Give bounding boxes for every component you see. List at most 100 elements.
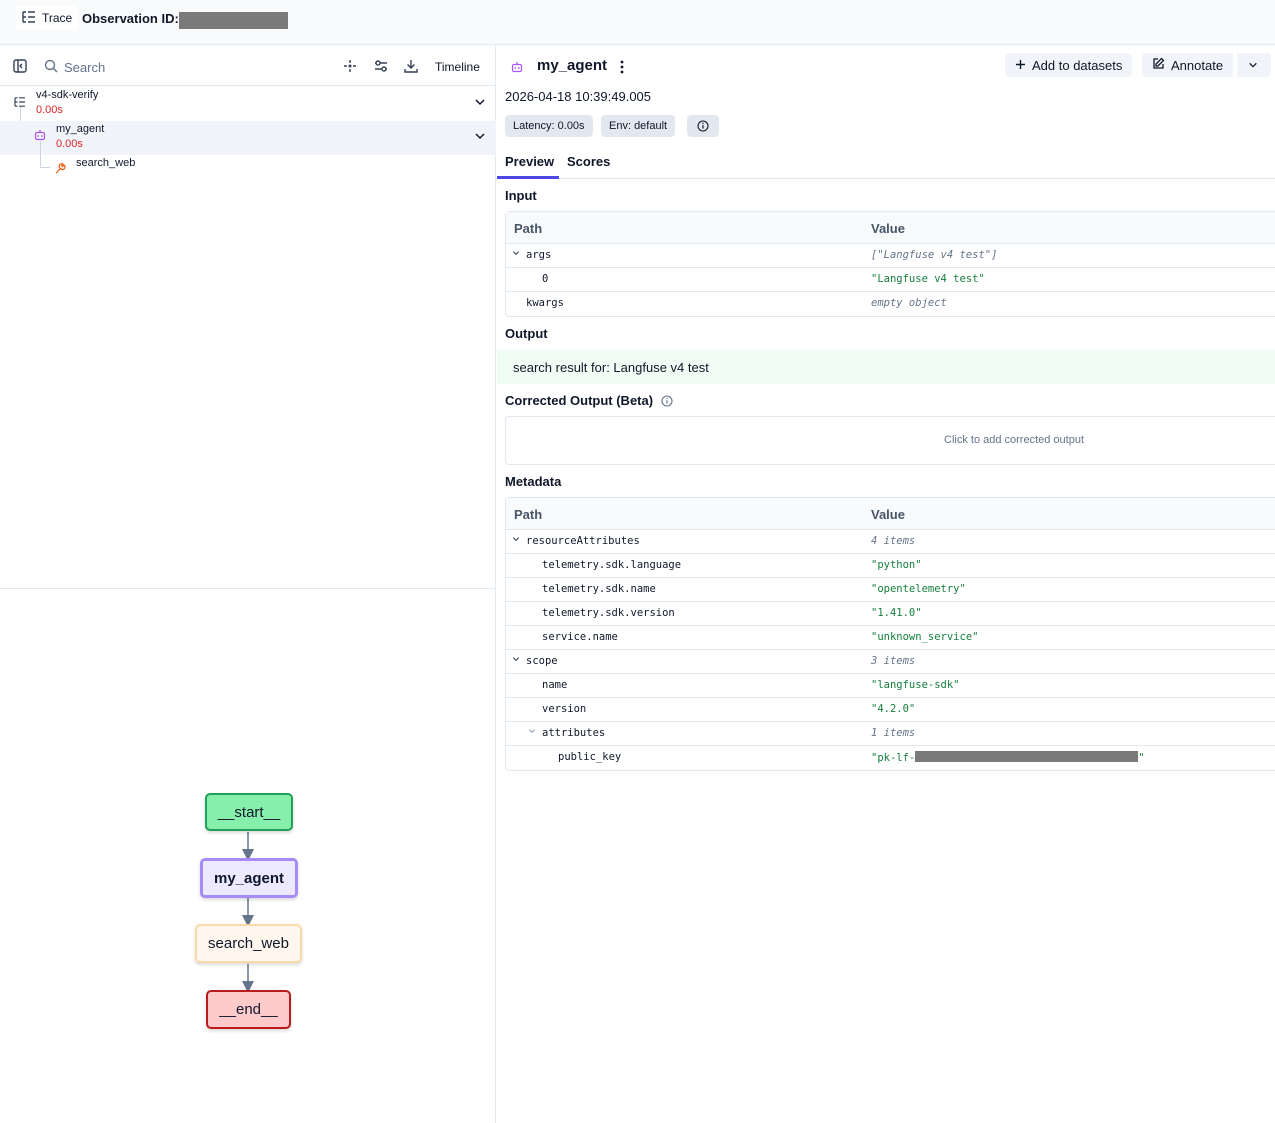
search-icon — [43, 58, 59, 74]
path-cell: telemetry.sdk.language — [542, 559, 682, 571]
tree-item-name: search_web — [76, 157, 136, 169]
table-header: Path Value — [506, 212, 1275, 244]
output-box: search result for: Langfuse v4 test — [497, 349, 1275, 384]
value-cell: "pk-lf- " — [871, 751, 1145, 764]
value-cell: empty object — [871, 297, 947, 309]
info-icon[interactable] — [661, 395, 673, 410]
path-cell: telemetry.sdk.name — [542, 583, 656, 595]
table-row[interactable]: args ["Langfuse v4 test"] — [506, 244, 1275, 268]
tree-item-v4-sdk-verify[interactable]: v4-sdk-verify 0.00s — [0, 87, 496, 121]
corrected-output-placeholder: Click to add corrected output — [944, 434, 1085, 446]
path-cell: kwargs — [526, 297, 564, 309]
value-cell: ["Langfuse v4 test"] — [871, 249, 998, 261]
observation-detail-panel: my_agent Add to datasets Annotate 2026-0… — [497, 45, 1275, 1123]
panel-toggle-icon[interactable] — [12, 58, 28, 74]
latency-badge: Latency: 0.00s — [505, 115, 593, 137]
table-row[interactable]: 0 "Langfuse v4 test" — [506, 268, 1275, 292]
tree-item-my-agent[interactable]: my_agent 0.00s — [0, 121, 496, 155]
chevron-down-icon[interactable] — [512, 655, 520, 666]
edit-pencil-icon — [1152, 57, 1165, 73]
focus-crosshair-icon[interactable] — [342, 58, 358, 74]
value-cell: 1 items — [871, 727, 916, 739]
table-header: Path Value — [506, 498, 1275, 530]
table-row[interactable]: kwargs empty object — [506, 292, 1275, 316]
search-input[interactable]: Search — [64, 60, 105, 75]
value-cell: "1.41.0" — [871, 607, 922, 619]
table-row[interactable]: service.name "unknown_service" — [506, 626, 1275, 650]
table-row[interactable]: telemetry.sdk.language "python" — [506, 554, 1275, 578]
path-cell: scope — [526, 655, 558, 667]
graph-edges — [242, 832, 254, 993]
chevron-down-icon — [1248, 58, 1258, 73]
value-cell: "4.2.0" — [871, 703, 916, 715]
table-row[interactable]: public_key "pk-lf- " — [506, 746, 1275, 770]
corrected-output-input[interactable]: Click to add corrected output — [505, 416, 1275, 465]
add-to-datasets-label: Add to datasets — [1032, 57, 1123, 73]
chevron-down-icon[interactable] — [474, 96, 486, 111]
corrected-output-title: Corrected Output (Beta) — [505, 393, 673, 410]
value-header: Value — [871, 221, 905, 236]
top-header: Trace Observation ID: — [0, 0, 1275, 45]
agent-graph: __start__ my_agent search_web __end__ — [0, 588, 495, 1123]
value-cell: "unknown_service" — [871, 631, 979, 643]
value-cell: 4 items — [871, 535, 916, 547]
tree-item-latency: 0.00s — [36, 104, 63, 116]
table-row[interactable]: telemetry.sdk.version "1.41.0" — [506, 602, 1275, 626]
more-vertical-icon[interactable] — [619, 59, 625, 78]
tree-item-search-web[interactable]: search_web — [0, 155, 496, 189]
value-suffix: " — [1138, 752, 1145, 764]
chevron-down-icon[interactable] — [512, 249, 520, 260]
annotate-dropdown-button[interactable] — [1237, 53, 1271, 77]
table-row[interactable]: version "4.2.0" — [506, 698, 1275, 722]
tab-preview[interactable]: Preview — [505, 154, 554, 169]
metadata-section-title: Metadata — [505, 474, 562, 489]
table-row[interactable]: name "langfuse-sdk" — [506, 674, 1275, 698]
add-to-datasets-button[interactable]: Add to datasets — [1005, 53, 1133, 77]
info-icon[interactable] — [687, 115, 719, 137]
input-section-title: Input — [505, 188, 537, 203]
annotate-button[interactable]: Annotate — [1142, 53, 1234, 77]
path-cell: telemetry.sdk.version — [542, 607, 675, 619]
active-tab-indicator — [497, 176, 559, 179]
graph-node-search-web[interactable]: search_web — [195, 924, 302, 963]
path-cell: public_key — [558, 751, 622, 763]
graph-node-end[interactable]: __end__ — [206, 990, 291, 1029]
annotate-label: Annotate — [1171, 57, 1224, 73]
chevron-down-icon[interactable] — [512, 535, 520, 546]
trace-list-icon — [22, 10, 36, 26]
input-table: Path Value args ["Langfuse v4 test"] 0 "… — [505, 211, 1275, 317]
chevron-down-icon[interactable] — [528, 727, 536, 738]
value-cell: "Langfuse v4 test" — [871, 273, 985, 285]
corrected-output-label: Corrected Output (Beta) — [505, 393, 654, 408]
table-row[interactable]: resourceAttributes 4 items — [506, 530, 1275, 554]
observation-timestamp: 2026-04-18 10:39:49.005 — [505, 89, 652, 104]
tree-item-name: my_agent — [56, 123, 105, 135]
observation-id-redacted — [179, 12, 288, 29]
value-cell: "langfuse-sdk" — [871, 679, 960, 691]
settings-sliders-icon[interactable] — [373, 58, 389, 74]
tree-item-latency: 0.00s — [56, 138, 83, 150]
table-row[interactable]: attributes 1 items — [506, 722, 1275, 746]
trace-label: Trace — [42, 11, 73, 25]
chevron-down-icon[interactable] — [474, 130, 486, 145]
table-row[interactable]: telemetry.sdk.name "opentelemetry" — [506, 578, 1275, 602]
path-cell: service.name — [542, 631, 618, 643]
graph-node-my-agent[interactable]: my_agent — [200, 858, 298, 898]
table-row[interactable]: scope 3 items — [506, 650, 1275, 674]
detail-tabs: Preview Scores — [497, 146, 1275, 179]
timeline-button[interactable]: Timeline — [435, 60, 480, 74]
metadata-table: Path Value resourceAttributes 4 items te… — [505, 497, 1275, 771]
public-key-redacted — [915, 751, 1139, 762]
tool-wrench-icon — [54, 163, 66, 178]
tree-item-name: v4-sdk-verify — [36, 89, 99, 101]
trace-breadcrumb[interactable]: Trace — [16, 6, 79, 30]
value-cell: "python" — [871, 559, 922, 571]
tab-scores[interactable]: Scores — [567, 154, 610, 169]
path-cell: attributes — [542, 727, 606, 739]
path-cell: resourceAttributes — [526, 535, 640, 547]
download-icon[interactable] — [403, 58, 419, 74]
observation-title: my_agent — [537, 57, 608, 74]
graph-node-start[interactable]: __start__ — [205, 793, 293, 831]
env-badge: Env: default — [601, 115, 676, 137]
value-cell: "opentelemetry" — [871, 583, 966, 595]
